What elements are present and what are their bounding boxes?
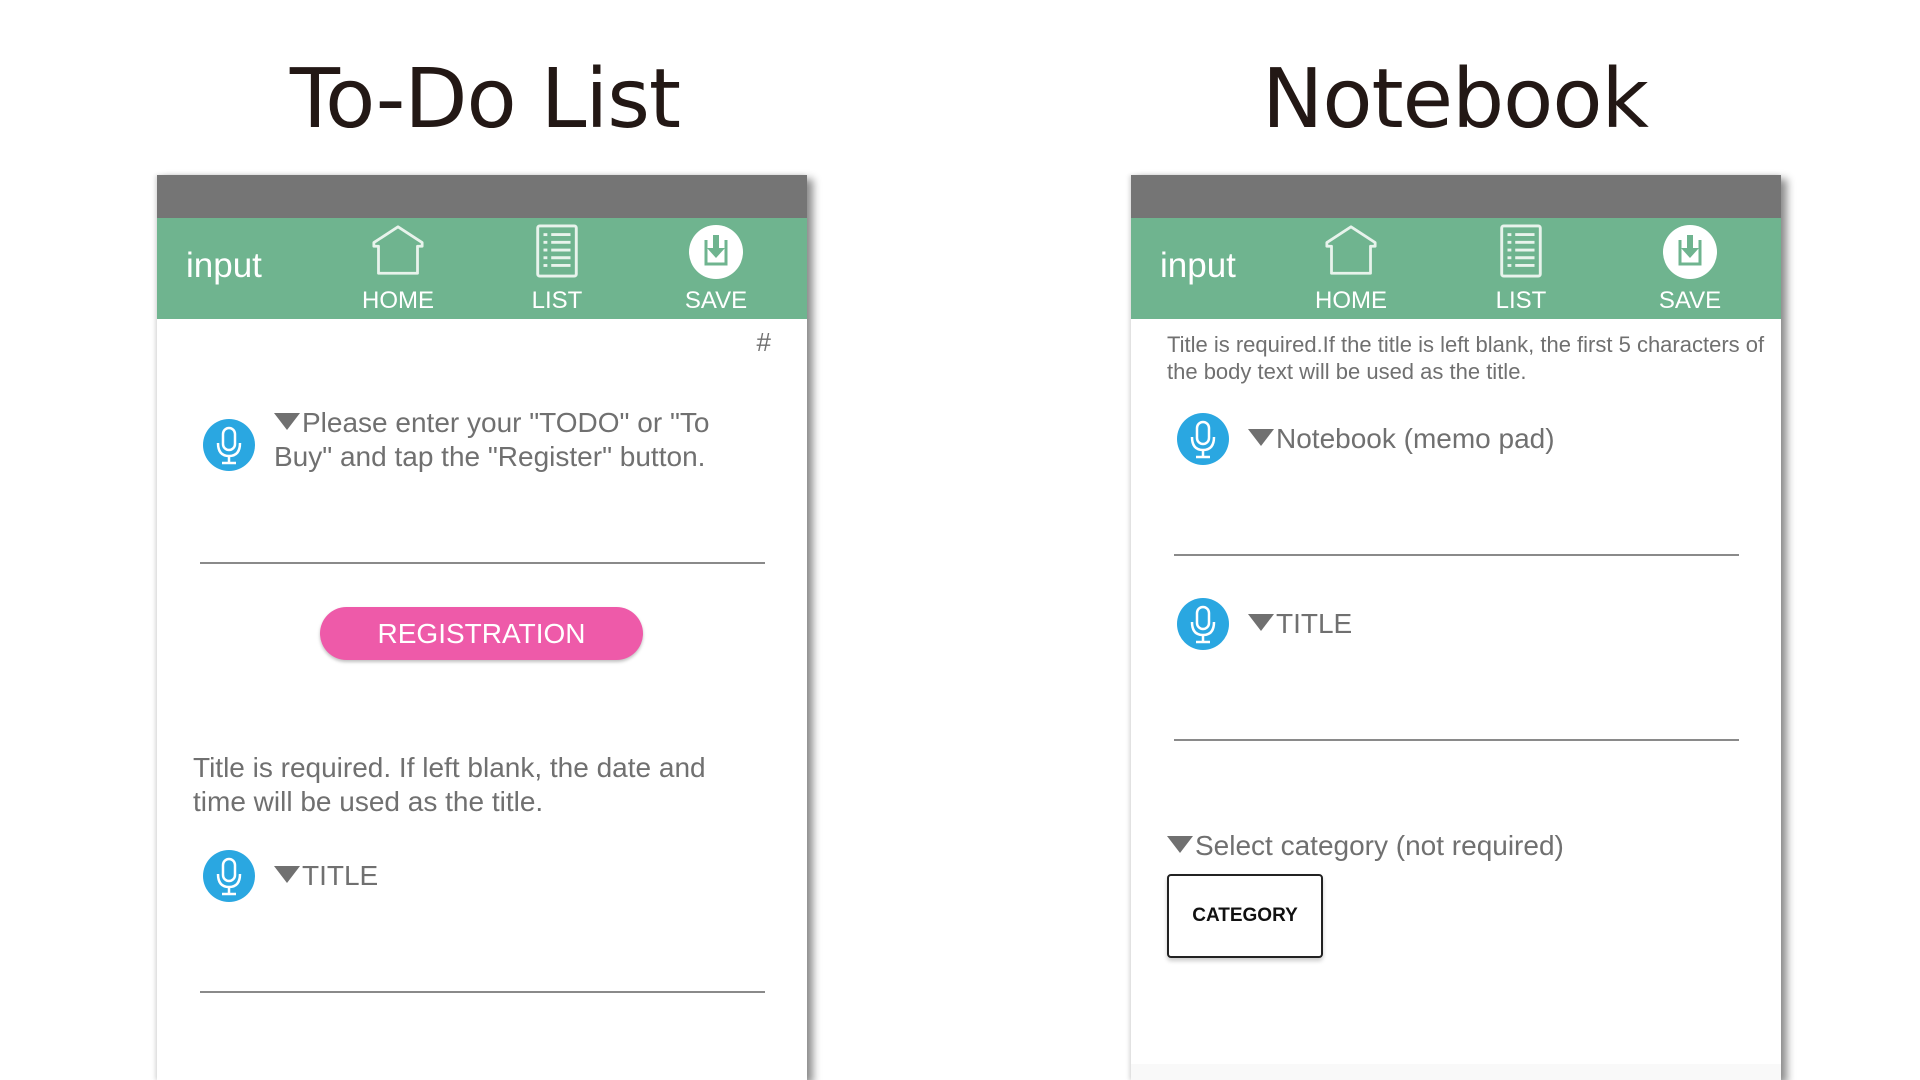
nav-save-button[interactable]: SAVE (1630, 224, 1750, 316)
category-button[interactable]: CATEGORY (1167, 874, 1323, 958)
body-input[interactable] (1174, 492, 1743, 554)
nav-save-label: SAVE (1658, 287, 1722, 314)
nav-home-label: HOME (362, 287, 434, 314)
home-icon (370, 224, 426, 276)
list-icon (535, 224, 579, 278)
notebook-screen: input HOME LIST SAVE Title is required.I… (1131, 175, 1781, 1080)
title-field-label: TITLE (274, 859, 378, 893)
todo-field-label: Please enter your "TODO" or "To Buy" and… (274, 407, 710, 472)
nav-home-button[interactable]: HOME (1291, 224, 1411, 316)
save-icon (1662, 224, 1718, 280)
triangle-down-icon (1248, 429, 1274, 446)
app-bar: input HOME LIST SAVE (1131, 218, 1781, 319)
todo-heading: To-Do List (289, 52, 681, 147)
triangle-down-icon (274, 413, 300, 430)
registration-button[interactable]: REGISTRATION (320, 607, 643, 660)
nav-save-button[interactable]: SAVE (656, 224, 776, 316)
nav-home-label: HOME (1315, 287, 1387, 314)
nav-save-label: SAVE (684, 287, 748, 314)
app-bar: input HOME LIST SAVE (157, 218, 807, 319)
notebook-content: Title is required.If the title is left b… (1131, 319, 1781, 1080)
status-bar (157, 175, 807, 218)
body-field-label: Notebook (memo pad) (1248, 422, 1555, 456)
triangle-down-icon (1167, 836, 1193, 853)
notebook-heading: Notebook (1262, 52, 1649, 147)
title-required-note: Title is required.If the title is left b… (1167, 332, 1765, 384)
todo-screen: input HOME LIST SAVE # Please enter your… (157, 175, 807, 1080)
triangle-down-icon (1248, 614, 1274, 631)
title-input[interactable] (200, 929, 769, 991)
title-input-underline (1174, 677, 1743, 741)
title-field-label: TITLE (1248, 607, 1352, 641)
app-bar-title: input (186, 246, 262, 285)
todo-input[interactable] (200, 500, 769, 562)
microphone-icon[interactable] (203, 419, 255, 471)
todo-input-underline (200, 500, 769, 564)
save-icon (688, 224, 744, 280)
hash-symbol: # (756, 327, 771, 357)
body-input-underline (1174, 492, 1743, 556)
nav-list-button[interactable]: LIST (1461, 224, 1581, 316)
title-input[interactable] (1174, 677, 1743, 739)
microphone-icon[interactable] (1177, 598, 1229, 650)
microphone-icon[interactable] (203, 850, 255, 902)
todo-content: # Please enter your "TODO" or "To Buy" a… (157, 319, 807, 1080)
status-bar (1131, 175, 1781, 218)
title-input-underline (200, 929, 769, 993)
nav-list-label: LIST (531, 287, 583, 314)
nav-home-button[interactable]: HOME (338, 224, 458, 316)
nav-list-button[interactable]: LIST (497, 224, 617, 316)
triangle-down-icon (274, 866, 300, 883)
home-icon (1323, 224, 1379, 276)
category-label: Select category (not required) (1167, 829, 1564, 863)
nav-list-label: LIST (1495, 287, 1547, 314)
app-bar-title: input (1160, 246, 1236, 285)
bottom-strip (1131, 1064, 1781, 1080)
title-required-note: Title is required. If left blank, the da… (193, 752, 706, 817)
microphone-icon[interactable] (1177, 413, 1229, 465)
list-icon (1499, 224, 1543, 278)
